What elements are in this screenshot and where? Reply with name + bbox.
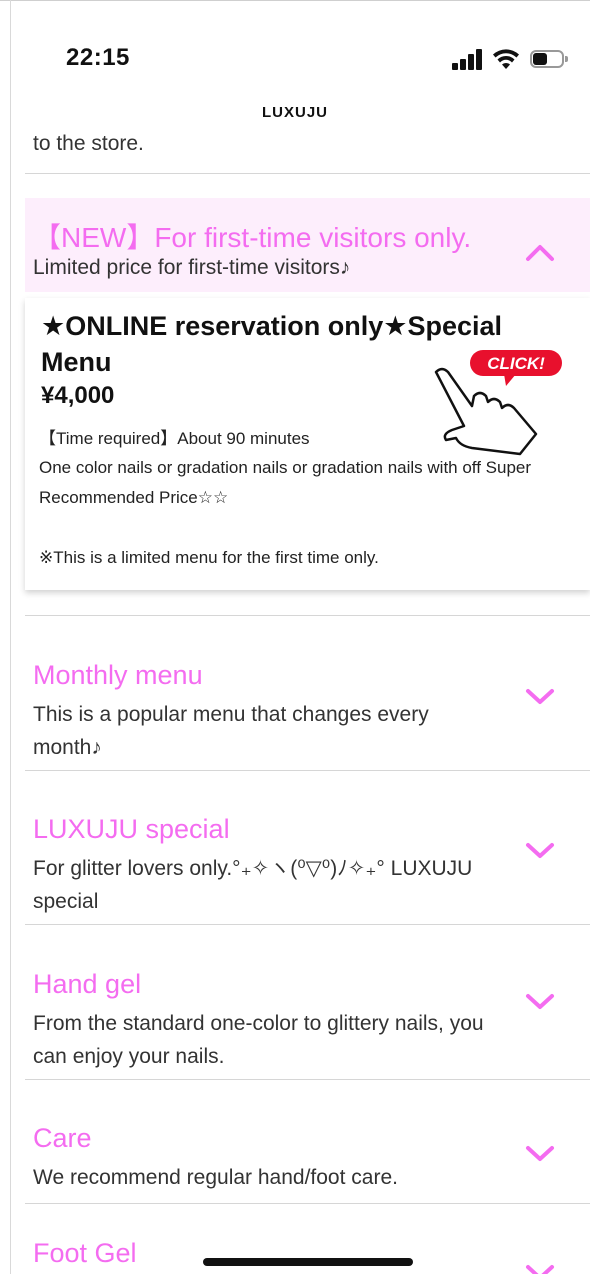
divider	[25, 615, 590, 616]
divider	[25, 1079, 590, 1080]
chevron-down-icon[interactable]	[525, 686, 555, 706]
accordion-item-care[interactable]: Care We recommend regular hand/foot care…	[25, 1123, 590, 1203]
accordion-title: LUXUJU special	[33, 814, 230, 844]
card-time-required: 【Time required】About 90 minutes	[39, 429, 310, 448]
chevron-down-icon[interactable]	[525, 840, 555, 860]
accordion-title: 【NEW】For first-time visitors only.	[33, 222, 472, 253]
accordion-description: We recommend regular hand/foot care.	[33, 1166, 398, 1189]
accordion-title: Monthly menu	[33, 660, 203, 690]
wifi-icon	[492, 48, 520, 70]
accordion-description: For glitter lovers only.°₊✧ヽ(⁰▽⁰)ﾉ✧₊° LU…	[33, 857, 473, 913]
signal-icon	[452, 48, 484, 70]
chevron-down-icon[interactable]	[525, 991, 555, 1011]
previous-item-description: to the store.	[33, 132, 144, 155]
divider	[25, 173, 590, 174]
card-price: ¥4,000	[41, 382, 115, 409]
chevron-down-icon[interactable]	[525, 1143, 555, 1163]
status-time: 22:15	[66, 44, 130, 71]
divider	[25, 924, 590, 925]
page-title: LUXUJU	[261, 104, 328, 121]
accordion-title: Hand gel	[33, 969, 142, 999]
click-badge-label: CLICK!	[487, 354, 545, 373]
divider	[25, 1203, 590, 1204]
chevron-down-icon[interactable]	[525, 1262, 555, 1274]
accordion-item-monthly[interactable]: Monthly menu This is a popular menu that…	[25, 660, 590, 770]
accordion-description: From the standard one-color to glittery …	[33, 1012, 484, 1068]
accordion-title: Care	[33, 1123, 92, 1153]
accordion-subtitle: Limited price for first-time visitors♪	[33, 256, 351, 279]
card-note: ※This is a limited menu for the first ti…	[39, 548, 379, 567]
accordion-item-foot-gel[interactable]: Foot Gel	[25, 1238, 590, 1274]
battery-icon	[530, 50, 568, 68]
accordion-item-hand-gel[interactable]: Hand gel From the standard one-color to …	[25, 969, 590, 1079]
home-indicator[interactable]	[203, 1258, 413, 1266]
chevron-up-icon[interactable]	[525, 242, 555, 262]
card-description: One color nails or gradation nails or gr…	[39, 458, 532, 507]
status-icons	[452, 48, 572, 74]
divider	[25, 770, 590, 771]
accordion-title: Foot Gel	[33, 1238, 137, 1268]
accordion-description: This is a popular menu that changes ever…	[33, 703, 429, 759]
app-screen: 22:15 LUXUJU to the store. 【NEW】For firs…	[0, 0, 590, 1274]
frame-border-left	[10, 0, 11, 1274]
hand-pointer-icon[interactable]: CLICK!	[430, 350, 570, 460]
status-bar: 22:15	[0, 0, 590, 100]
accordion-header-new[interactable]: 【NEW】For first-time visitors only. Limit…	[25, 198, 590, 292]
accordion-item-luxuju-special[interactable]: LUXUJU special For glitter lovers only.°…	[25, 814, 590, 924]
